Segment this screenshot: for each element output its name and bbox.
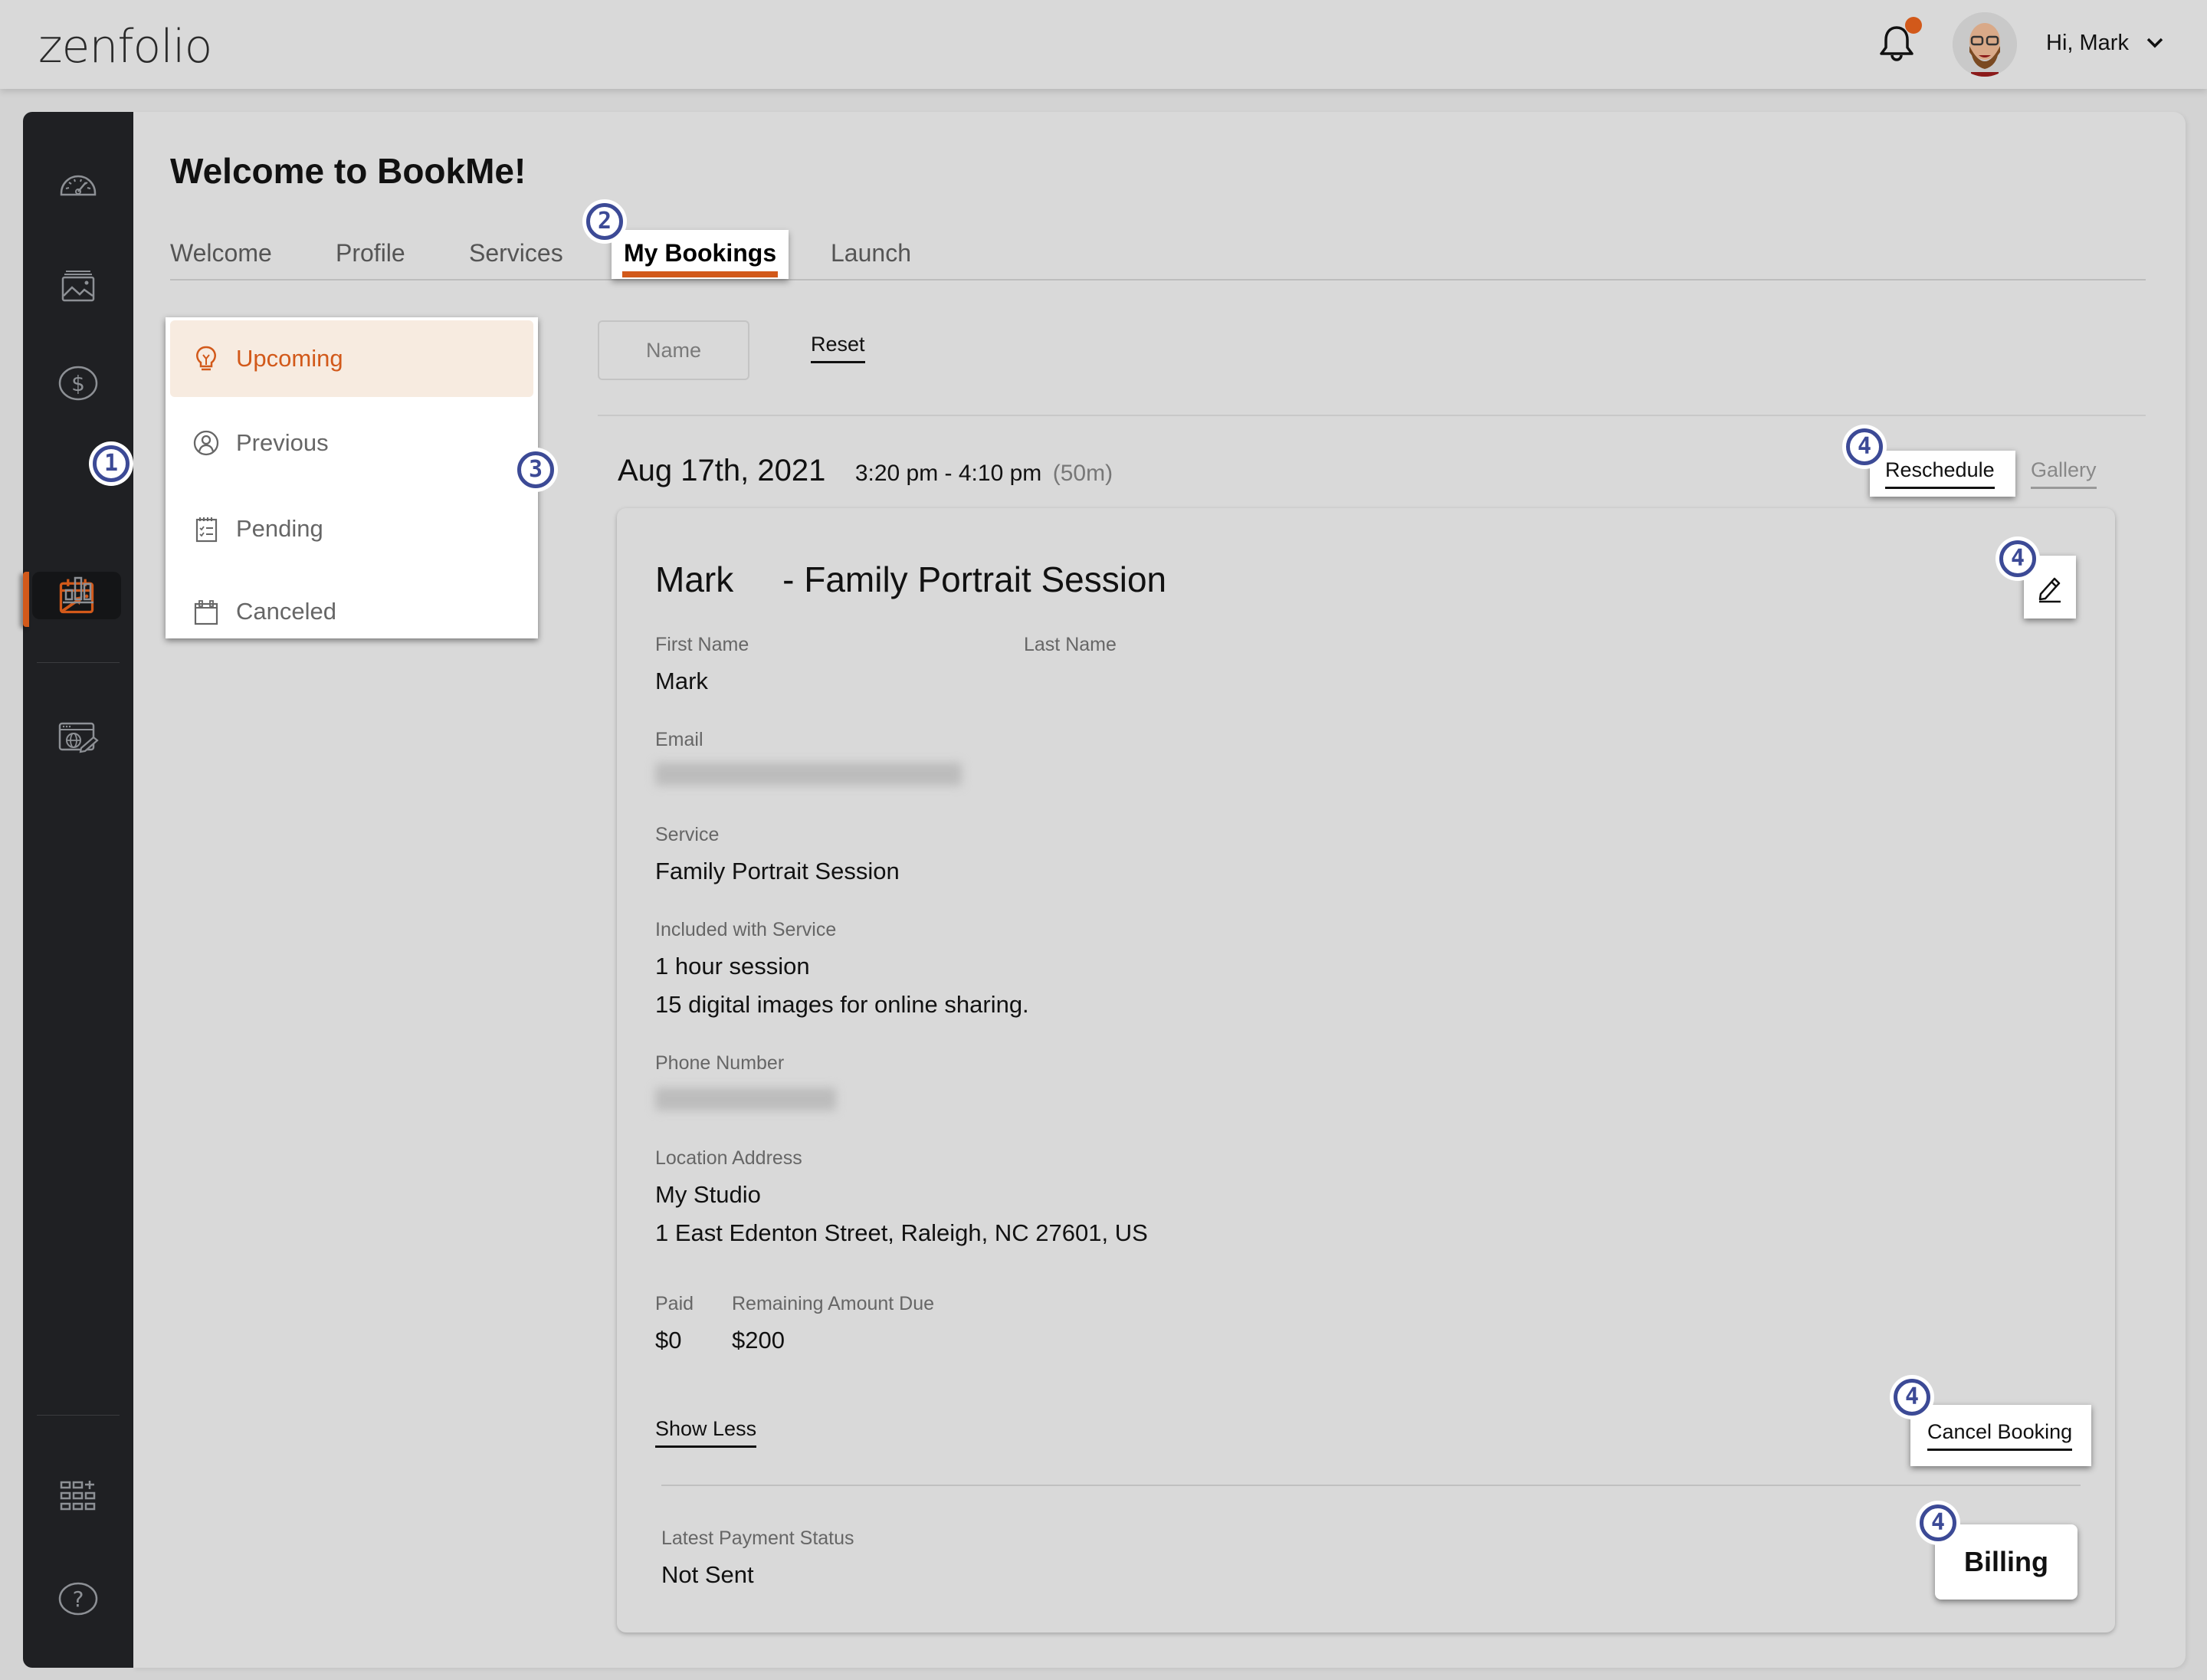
help-circle-icon[interactable]: ? [55, 1576, 101, 1622]
paid-value: $0 [655, 1327, 682, 1354]
avatar[interactable] [1953, 12, 2017, 77]
booking-time: 3:20 pm - 4:10 pm [854, 461, 1042, 486]
annotation-badge-2: 2 [582, 199, 627, 244]
reschedule-button[interactable]: Reschedule [1870, 451, 2015, 497]
name-filter-input[interactable] [598, 320, 749, 380]
booking-status-menu: Upcoming Previous Pending Canceled [166, 317, 538, 638]
phone-label: Phone Number [655, 1052, 785, 1074]
apps-grid-plus-icon[interactable] [55, 1475, 101, 1521]
lightbulb-icon [196, 346, 216, 371]
status-label: Canceled [236, 598, 336, 625]
zenfolio-logo[interactable]: zenfolio [38, 20, 212, 74]
notification-dot [1905, 17, 1922, 34]
sidebar-divider [37, 662, 120, 663]
gallery-button[interactable]: Gallery [2031, 458, 2097, 489]
sidebar: $ ? [23, 112, 133, 1668]
status-label: Pending [236, 515, 323, 542]
remaining-label: Remaining Amount Due [732, 1293, 935, 1314]
status-label: Previous [236, 429, 329, 456]
top-bar: zenfolio Hi, Mark [0, 0, 2207, 89]
sidebar-divider [37, 1415, 120, 1416]
speedometer-icon[interactable] [55, 161, 101, 207]
tab-launch[interactable]: Launch [831, 239, 911, 267]
first-name-label: First Name [655, 634, 749, 655]
included-label: Included with Service [655, 919, 837, 940]
location-address: 1 East Edenton Street, Raleigh, NC 27601… [655, 1219, 1148, 1246]
location-name: My Studio [655, 1181, 761, 1208]
service-label: Service [655, 824, 720, 845]
status-pending[interactable]: Pending [170, 491, 533, 567]
payment-status-value: Not Sent [661, 1561, 754, 1588]
tab-my-bookings[interactable]: My Bookings [612, 230, 789, 279]
annotation-badge-3: 3 [513, 448, 558, 492]
website-globe-edit-icon[interactable] [55, 714, 101, 760]
filter-divider [598, 415, 2146, 416]
booking-title: Mark - Family Portrait Session [655, 559, 1167, 599]
user-greeting[interactable]: Hi, Mark [2046, 31, 2129, 56]
checklist-calendar-icon [195, 517, 218, 543]
person-circle-icon [193, 430, 219, 456]
annotation-badge-4: 4 [1890, 1375, 1934, 1419]
tab-profile[interactable]: Profile [336, 239, 405, 267]
svg-text:?: ? [73, 1586, 84, 1612]
email-label: Email [655, 729, 703, 750]
included-item: 1 hour session [655, 953, 810, 979]
bar-chart-icon[interactable] [55, 564, 101, 610]
payment-status-label: Latest Payment Status [661, 1527, 854, 1549]
reschedule-label: Reschedule [1885, 458, 1995, 489]
active-indicator [23, 572, 29, 627]
status-canceled[interactable]: Canceled [170, 573, 533, 650]
last-name-label: Last Name [1024, 634, 1117, 655]
tab-bar: Welcome Profile Services My Bookings Lau… [170, 230, 2146, 281]
annotation-badge-4: 4 [1995, 536, 2040, 581]
remaining-value: $200 [732, 1327, 785, 1354]
dollar-circle-icon[interactable]: $ [55, 360, 101, 406]
pencil-icon [2038, 577, 2061, 603]
booking-duration: (50m) [1052, 461, 1113, 486]
tab-services[interactable]: Services [469, 239, 563, 267]
cancel-booking-label: Cancel Booking [1927, 1420, 2073, 1451]
booking-date: Aug 17th, 2021 [618, 454, 826, 487]
image-stack-icon[interactable] [55, 262, 101, 308]
annotation-badge-4: 4 [1916, 1501, 1960, 1545]
paid-label: Paid [655, 1293, 694, 1314]
location-label: Location Address [655, 1147, 802, 1169]
show-less-button[interactable]: Show Less [655, 1417, 757, 1448]
included-item: 15 digital images for online sharing. [655, 991, 1029, 1018]
tab-welcome[interactable]: Welcome [170, 239, 272, 267]
phone-value-redacted [655, 1088, 836, 1111]
annotation-badge-4: 4 [1842, 425, 1887, 469]
chevron-down-icon[interactable] [2146, 35, 2164, 51]
reset-button[interactable]: Reset [811, 333, 865, 363]
status-label: Upcoming [236, 345, 343, 372]
calendar-icon [194, 600, 218, 625]
service-value: Family Portrait Session [655, 858, 900, 884]
status-previous[interactable]: Previous [170, 405, 533, 481]
first-name-value: Mark [655, 668, 708, 694]
page-title: Welcome to BookMe! [170, 151, 526, 191]
svg-text:$: $ [71, 371, 85, 396]
cancel-booking-button[interactable]: Cancel Booking [1910, 1405, 2091, 1466]
booking-card: Mark - Family Portrait Session First Nam… [617, 508, 2115, 1632]
status-upcoming[interactable]: Upcoming [170, 320, 533, 397]
email-value-redacted [655, 763, 962, 786]
booking-datetime: Aug 17th, 2021 3:20 pm - 4:10 pm (50m) [618, 454, 1113, 488]
card-divider [661, 1485, 2081, 1486]
annotation-badge-1: 1 [89, 441, 133, 486]
